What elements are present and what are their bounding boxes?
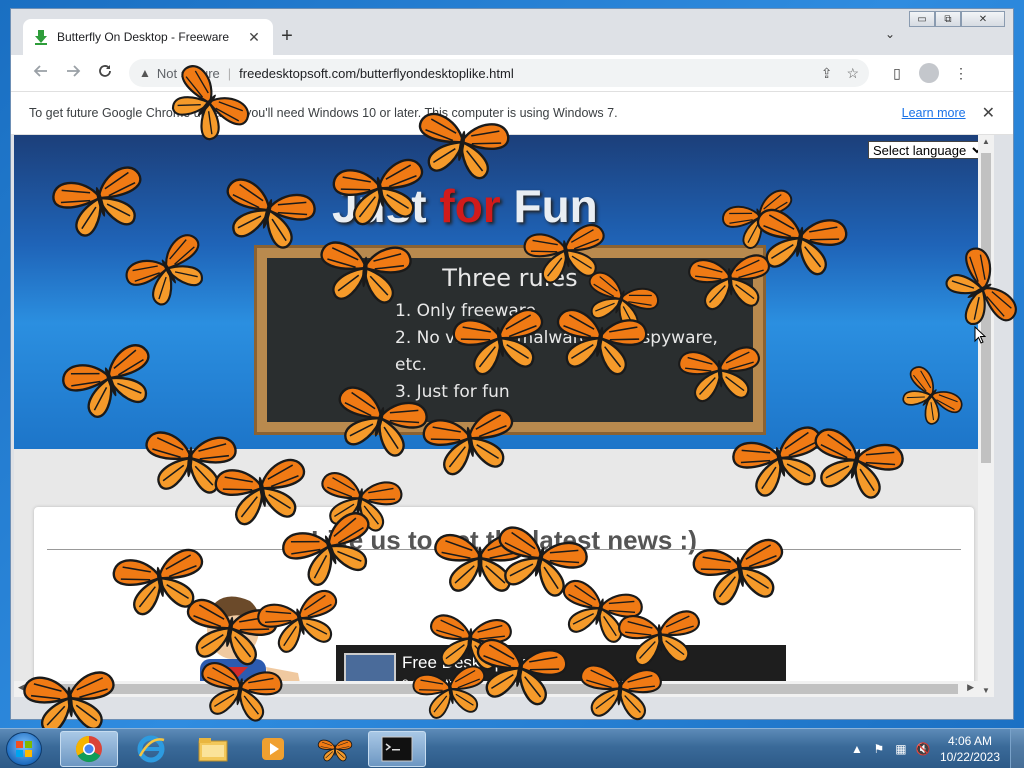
browser-tab[interactable]: Butterfly On Desktop - Freeware ✕ [23, 19, 273, 55]
reload-icon [99, 64, 111, 77]
butterfly-icon [549, 306, 650, 380]
internet-explorer-icon [137, 735, 165, 763]
reload-button[interactable] [89, 63, 121, 84]
tab-title: Butterfly On Desktop - Freeware [57, 30, 230, 44]
scroll-right-icon[interactable]: ▶ [967, 682, 974, 693]
new-tab-button[interactable]: + [275, 25, 299, 48]
close-window-button[interactable]: ✕ [961, 11, 1005, 27]
butterfly-icon [410, 663, 491, 722]
vertical-scrollbar[interactable]: ▲ ▼ [978, 135, 994, 697]
side-panel-icon[interactable]: ▯ [881, 65, 913, 82]
show-hidden-icons-icon[interactable]: ▲ [846, 742, 868, 756]
title-bar: Butterfly On Desktop - Freeware ✕ + ⌄ ▭ … [11, 9, 1013, 55]
show-desktop-button[interactable] [1010, 729, 1024, 768]
media-player-icon [262, 738, 284, 760]
address-bar[interactable]: ▲ Not secure | freedesktopsoft.com/butte… [129, 59, 869, 87]
window-controls: ▭ ⧉ ✕ [909, 11, 1005, 27]
menu-dots-icon[interactable]: ⋮ [945, 65, 977, 82]
taskbar-internet-explorer[interactable] [122, 731, 180, 767]
minimize-icon: ▭ [917, 13, 927, 25]
minimize-button[interactable]: ▭ [909, 11, 935, 27]
clock-date: 10/22/2023 [939, 750, 1000, 764]
butterfly-app-icon [317, 739, 353, 762]
butterfly-icon [316, 240, 413, 306]
butterfly-icon [576, 663, 663, 722]
taskbar-chrome[interactable] [60, 731, 118, 767]
taskbar-media-player[interactable] [244, 731, 302, 767]
browser-toolbar: ▲ Not secure | freedesktopsoft.com/butte… [11, 55, 1013, 91]
action-center-flag-icon[interactable]: ⚑ [868, 742, 890, 756]
download-arrow-icon [35, 30, 47, 45]
system-tray: ▲ ⚑ ▦ 🔇 4:06 AM 10/22/2023 [846, 729, 1024, 768]
windows-logo-icon [16, 741, 32, 757]
profile-avatar-icon[interactable] [919, 63, 939, 83]
command-prompt-icon [381, 736, 413, 762]
start-button[interactable] [6, 732, 42, 766]
taskbar-command-prompt[interactable] [368, 731, 426, 767]
folder-icon [198, 738, 228, 762]
bookmark-star-icon[interactable]: ☆ [846, 65, 859, 82]
back-arrow-icon [33, 64, 47, 77]
restore-icon: ⧉ [944, 13, 952, 25]
close-icon: ✕ [978, 13, 988, 25]
chrome-icon [75, 735, 102, 763]
url-text[interactable]: freedesktopsoft.com/butterflyondesktopli… [239, 66, 807, 81]
clock[interactable]: 4:06 AM 10/22/2023 [940, 733, 1000, 765]
tab-close-icon[interactable]: ✕ [245, 29, 263, 46]
scroll-up-icon[interactable]: ▲ [978, 137, 994, 146]
volume-muted-icon[interactable]: 🔇 [912, 742, 934, 756]
clock-time: 4:06 AM [947, 734, 992, 748]
butterfly-icon [194, 660, 285, 726]
warning-triangle-icon: ▲ [139, 66, 151, 80]
share-icon[interactable]: ⇪ [821, 65, 833, 82]
taskbar-explorer[interactable] [184, 731, 242, 767]
maximize-button[interactable]: ⧉ [935, 11, 961, 27]
back-button[interactable] [25, 63, 57, 84]
taskbar: ▲ ⚑ ▦ 🔇 4:06 AM 10/22/2023 [0, 728, 1024, 768]
butterfly-icon [687, 253, 774, 312]
taskbar-butterfly-app[interactable] [306, 731, 364, 767]
forward-button[interactable] [57, 63, 89, 84]
network-icon[interactable]: ▦ [890, 742, 912, 756]
butterfly-icon [677, 345, 764, 404]
tab-search-icon[interactable]: ⌄ [885, 27, 895, 41]
scroll-down-icon[interactable]: ▼ [978, 686, 994, 695]
learn-more-link[interactable]: Learn more [902, 106, 966, 120]
mouse-cursor-icon [974, 326, 987, 344]
infobar-close-icon[interactable]: ✕ [982, 103, 995, 123]
language-select[interactable]: Select language [868, 141, 986, 159]
forward-arrow-icon [67, 64, 81, 77]
